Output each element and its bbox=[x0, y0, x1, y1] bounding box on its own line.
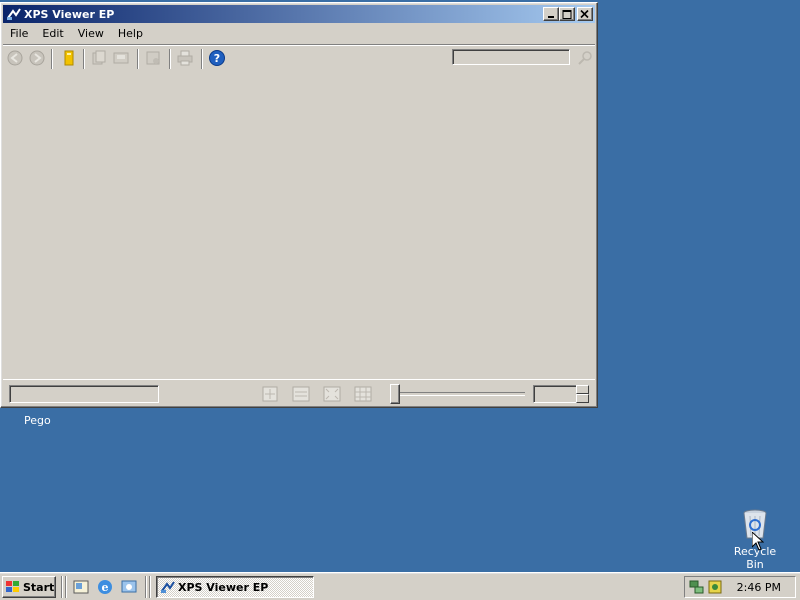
menu-edit[interactable]: Edit bbox=[35, 25, 70, 43]
thumbnails-icon[interactable] bbox=[354, 386, 372, 402]
search-input[interactable] bbox=[452, 49, 570, 65]
taskbar-button-label: XPS Viewer EP bbox=[178, 580, 269, 594]
zoom-slider-track[interactable] bbox=[395, 392, 525, 396]
close-icon bbox=[580, 10, 589, 19]
toolbar-separator bbox=[83, 49, 85, 69]
xps-app-icon bbox=[7, 8, 21, 20]
menu-help[interactable]: Help bbox=[111, 25, 150, 43]
spin-down-button[interactable] bbox=[576, 394, 589, 403]
help-icon[interactable]: ? bbox=[209, 50, 225, 66]
maximize-button[interactable] bbox=[559, 7, 575, 21]
taskbar-separator bbox=[149, 576, 151, 598]
toolbar-separator bbox=[201, 49, 203, 69]
spin-up-button[interactable] bbox=[576, 385, 589, 394]
actual-size-icon[interactable] bbox=[261, 386, 279, 402]
zoom-spinner[interactable] bbox=[576, 385, 589, 403]
svg-text:e: e bbox=[102, 581, 109, 594]
print-icon[interactable] bbox=[177, 50, 193, 66]
windows-logo-icon bbox=[6, 581, 19, 592]
xps-app-icon bbox=[161, 581, 175, 593]
copy-icon[interactable] bbox=[91, 50, 107, 66]
menu-view[interactable]: View bbox=[71, 25, 111, 43]
windows-explorer-icon[interactable] bbox=[120, 578, 138, 596]
taskbar-separator bbox=[61, 576, 63, 598]
desktop: XPS Viewer EP File Edit View Help ? Pego… bbox=[0, 0, 800, 572]
window-title: XPS Viewer EP bbox=[24, 7, 115, 21]
toolbar-separator bbox=[51, 49, 53, 69]
document-area[interactable] bbox=[3, 71, 595, 377]
search-icon[interactable] bbox=[577, 50, 593, 66]
menu-file[interactable]: File bbox=[3, 25, 35, 43]
menu-separator bbox=[3, 44, 595, 46]
taskbar-separator bbox=[145, 576, 147, 598]
network-icon[interactable] bbox=[689, 579, 705, 595]
svg-text:?: ? bbox=[214, 52, 220, 65]
fit-width-icon[interactable] bbox=[292, 386, 310, 402]
xps-viewer-window: XPS Viewer EP File Edit View Help ? bbox=[0, 2, 598, 408]
internet-explorer-icon[interactable]: e bbox=[96, 578, 114, 596]
mouse-cursor-icon bbox=[752, 532, 764, 551]
back-icon[interactable] bbox=[7, 50, 23, 66]
minimize-icon bbox=[548, 16, 554, 18]
zoom-input[interactable] bbox=[533, 385, 577, 403]
show-desktop-icon[interactable] bbox=[72, 578, 90, 596]
toolbar: ? bbox=[5, 48, 593, 70]
taskbar: Start e XPS Viewer EP 2:46 PM bbox=[0, 572, 800, 600]
save-icon[interactable] bbox=[113, 50, 129, 66]
clock[interactable]: 2:46 PM bbox=[737, 581, 781, 594]
taskbar-separator bbox=[65, 576, 67, 598]
start-button[interactable]: Start bbox=[2, 576, 56, 598]
security-shield-icon[interactable] bbox=[707, 579, 723, 595]
zoom-slider-thumb[interactable] bbox=[390, 384, 400, 404]
title-bar[interactable]: XPS Viewer EP bbox=[3, 5, 595, 23]
close-button[interactable] bbox=[577, 7, 593, 21]
taskbar-button-xps-viewer[interactable]: XPS Viewer EP bbox=[156, 576, 314, 598]
toolbar-separator bbox=[137, 49, 139, 69]
toolbar-separator bbox=[169, 49, 171, 69]
forward-icon[interactable] bbox=[29, 50, 45, 66]
status-bar bbox=[3, 379, 595, 406]
minimize-button[interactable] bbox=[543, 7, 559, 21]
whole-page-icon[interactable] bbox=[323, 386, 341, 402]
desktop-label-pego[interactable]: Pego bbox=[24, 414, 51, 427]
maximize-icon bbox=[562, 10, 572, 19]
open-document-icon[interactable] bbox=[61, 50, 77, 66]
signature-icon[interactable] bbox=[145, 50, 161, 66]
page-number-field[interactable] bbox=[9, 385, 159, 403]
system-tray: 2:46 PM bbox=[684, 576, 796, 598]
menu-bar: File Edit View Help bbox=[3, 24, 150, 44]
start-label: Start bbox=[23, 580, 55, 594]
